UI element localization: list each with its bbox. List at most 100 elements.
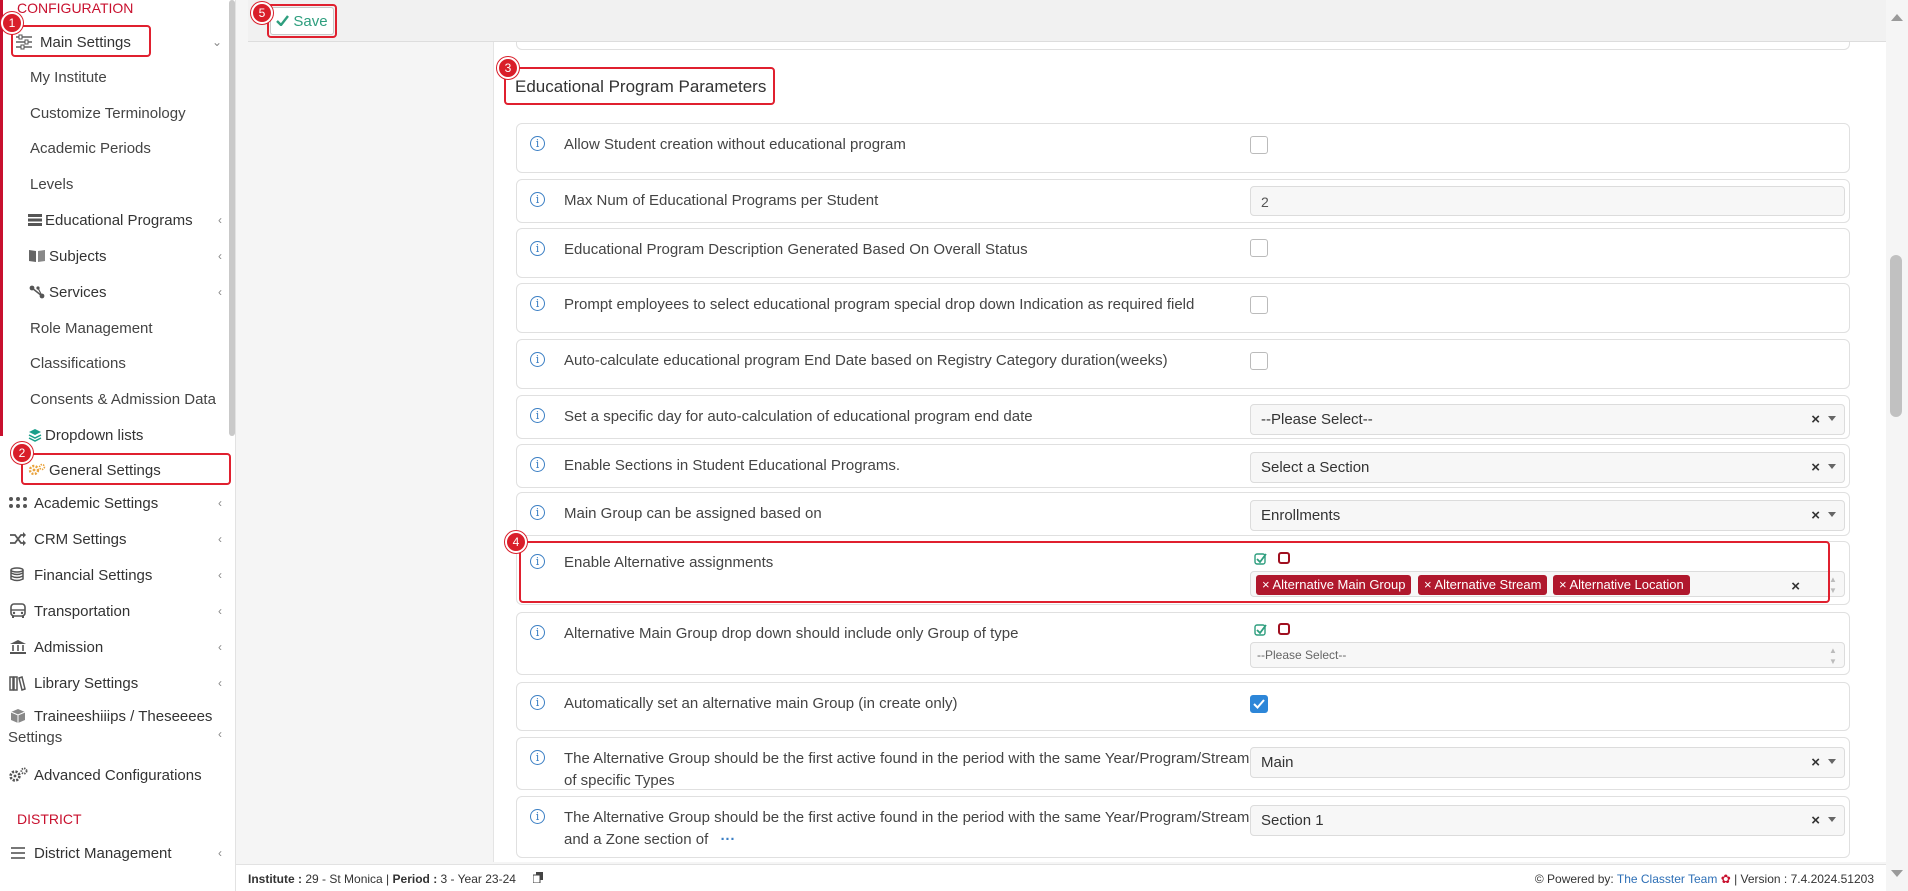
page-scrollbar[interactable]: [1886, 0, 1908, 891]
select-all-icon[interactable]: [1253, 622, 1267, 636]
clear-icon[interactable]: ×: [1811, 754, 1820, 771]
sidebar-item-academic-periods[interactable]: Academic Periods: [30, 140, 151, 157]
sidebar-item-role-management[interactable]: Role Management: [30, 320, 153, 337]
info-icon[interactable]: i: [530, 457, 545, 472]
max-num-input[interactable]: 2: [1250, 186, 1845, 216]
scroll-down-icon[interactable]: [1891, 870, 1903, 877]
info-icon[interactable]: i: [530, 296, 545, 311]
copy-icon[interactable]: [532, 872, 544, 886]
sidebar-item-main-settings[interactable]: Main Settings ⌄: [14, 27, 228, 57]
scroll-arrows-icon[interactable]: ▲ ▼: [1828, 574, 1838, 596]
checkbox-description-generated[interactable]: [1250, 239, 1268, 257]
chevron-left-icon: ‹: [218, 532, 222, 546]
select-all-icon[interactable]: [1253, 551, 1267, 565]
team-link[interactable]: The Classter Team: [1617, 872, 1717, 886]
scroll-arrows-icon[interactable]: ▲ ▼: [1828, 645, 1838, 667]
sidebar-scrollbar[interactable]: [229, 0, 235, 436]
sidebar-item-my-institute[interactable]: My Institute: [30, 69, 107, 86]
deselect-all-icon[interactable]: [1278, 623, 1290, 635]
save-button[interactable]: Save: [270, 7, 334, 35]
sidebar-item-financial-settings[interactable]: Financial Settings ‹: [8, 560, 228, 590]
sidebar-item-label: General Settings: [49, 461, 161, 479]
checkbox-allow-student[interactable]: [1250, 136, 1268, 154]
setting-row-main-group-assigned: i Main Group can be assigned based on En…: [516, 492, 1850, 536]
annotation-badge-1: 1: [1, 12, 23, 34]
sidebar-item-subjects[interactable]: Subjects ‹: [27, 241, 228, 271]
sidebar-item-transportation[interactable]: Transportation ‹: [8, 596, 228, 626]
info-icon[interactable]: i: [530, 625, 545, 640]
page-scrollbar-thumb[interactable]: [1890, 255, 1902, 417]
tag-alternative-location[interactable]: × Alternative Location: [1553, 575, 1690, 595]
select-value: Main: [1261, 754, 1294, 771]
sidebar-item-levels[interactable]: Levels: [30, 176, 73, 193]
info-icon[interactable]: i: [530, 192, 545, 207]
info-icon[interactable]: i: [530, 809, 545, 824]
chevron-left-icon: ‹: [218, 213, 222, 227]
alternative-assignments-multiselect[interactable]: × Alternative Main Group × Alternative S…: [1250, 571, 1845, 597]
caret-down-icon: [1828, 817, 1836, 822]
enable-sections-select[interactable]: Select a Section ×: [1250, 452, 1845, 483]
version-text: | Version : 7.4.2024.51203: [1734, 872, 1874, 886]
sidebar-item-academic-settings[interactable]: Academic Settings ‹: [8, 488, 228, 518]
main-group-assigned-select[interactable]: Enrollments ×: [1250, 500, 1845, 531]
info-icon[interactable]: i: [530, 241, 545, 256]
scroll-up-icon[interactable]: [1891, 14, 1903, 21]
clear-icon[interactable]: ×: [1811, 507, 1820, 524]
books-icon: [8, 674, 28, 692]
info-icon[interactable]: i: [530, 554, 545, 569]
sidebar-item-dropdown-lists[interactable]: Dropdown lists: [27, 420, 228, 450]
setting-label: Main Group can be assigned based on: [564, 505, 822, 522]
clear-icon[interactable]: ×: [1811, 812, 1820, 829]
alt-group-types-select[interactable]: Main ×: [1250, 747, 1845, 778]
alt-group-zone-select[interactable]: Section 1 ×: [1250, 805, 1845, 836]
setting-label: Educational Program Description Generate…: [564, 241, 1028, 258]
section-configuration: CONFIGURATION: [17, 0, 134, 16]
alt-main-group-select[interactable]: --Please Select-- ▲ ▼: [1250, 642, 1845, 668]
chevron-down-icon: ⌄: [211, 35, 222, 49]
setting-label: Allow Student creation without education…: [564, 136, 906, 153]
setting-label: Max Num of Educational Programs per Stud…: [564, 192, 879, 209]
sidebar-item-advanced-configurations[interactable]: Advanced Configurations: [8, 760, 228, 790]
period-value: 3 - Year 23-24: [440, 872, 516, 886]
sidebar-item-customize-terminology[interactable]: Customize Terminology: [30, 105, 186, 122]
sidebar-item-classifications[interactable]: Classifications: [30, 355, 126, 372]
caret-down-icon: [1828, 759, 1836, 764]
sidebar-item-label: Educational Programs: [45, 211, 193, 229]
more-icon[interactable]: ···: [720, 831, 735, 848]
chevron-left-icon: ‹: [218, 568, 222, 582]
info-icon[interactable]: i: [530, 136, 545, 151]
tag-alternative-stream[interactable]: × Alternative Stream: [1418, 575, 1548, 595]
select-value: Enrollments: [1261, 507, 1341, 524]
previous-row-edge: [516, 42, 1850, 50]
sidebar-item-district-management[interactable]: District Management ‹: [8, 838, 228, 868]
deselect-all-icon[interactable]: [1278, 552, 1290, 564]
checkbox-auto-set-alt[interactable]: [1250, 695, 1268, 713]
sidebar-item-educational-programs[interactable]: Educational Programs ‹: [27, 205, 228, 235]
save-label: Save: [293, 12, 328, 30]
checkbox-prompt-employees[interactable]: [1250, 296, 1268, 314]
info-icon[interactable]: i: [530, 408, 545, 423]
clear-icon[interactable]: ×: [1811, 459, 1820, 476]
sidebar-item-consents-admission[interactable]: Consents & Admission Data: [30, 391, 216, 408]
clear-icon[interactable]: ×: [1811, 411, 1820, 428]
specific-day-select[interactable]: --Please Select-- ×: [1250, 404, 1845, 435]
users-icon: [8, 494, 28, 512]
section-district: DISTRICT: [17, 811, 82, 827]
info-icon[interactable]: i: [530, 505, 545, 520]
checkbox-auto-calc-end[interactable]: [1250, 352, 1268, 370]
sidebar-item-services[interactable]: Services ‹: [27, 277, 228, 307]
sidebar-item-crm-settings[interactable]: CRM Settings ‹: [8, 524, 228, 554]
sidebar-item-admission[interactable]: Admission ‹: [8, 632, 228, 662]
sidebar-item-library-settings[interactable]: Library Settings ‹: [8, 668, 228, 698]
institution-icon: [8, 638, 28, 656]
info-icon[interactable]: i: [530, 695, 545, 710]
setting-label: The Alternative Group should be the firs…: [564, 807, 1264, 851]
info-icon[interactable]: i: [530, 750, 545, 765]
setting-row-max-num: i Max Num of Educational Programs per St…: [516, 179, 1850, 223]
clear-icon[interactable]: ×: [1791, 578, 1800, 595]
menu-icon: [8, 844, 28, 862]
tag-alternative-main-group[interactable]: × Alternative Main Group: [1256, 575, 1412, 595]
info-icon[interactable]: i: [530, 352, 545, 367]
sidebar: CONFIGURATION Main Settings ⌄ My Institu…: [0, 0, 236, 891]
sidebar-item-general-settings[interactable]: General Settings: [27, 455, 228, 485]
